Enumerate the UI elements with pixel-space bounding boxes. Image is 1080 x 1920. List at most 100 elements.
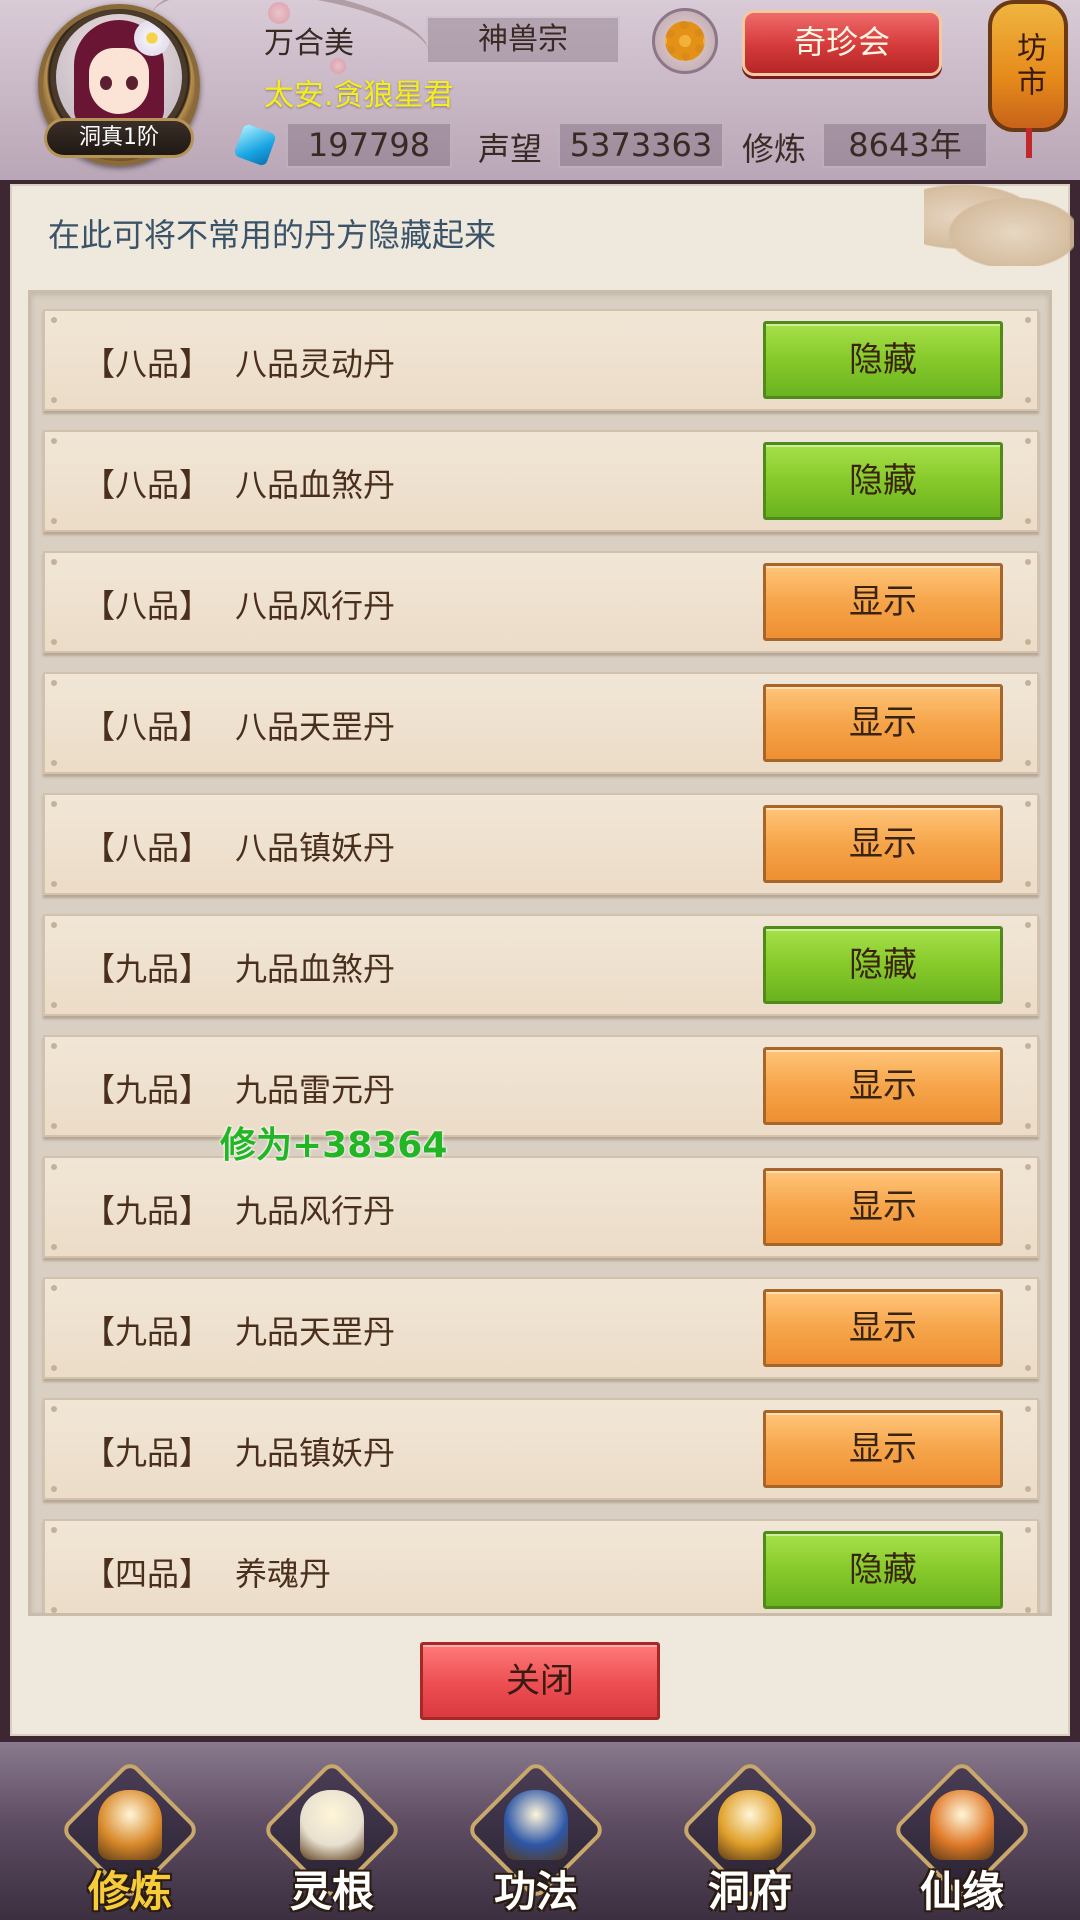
settings-button[interactable] [652, 8, 718, 74]
recipe-name: 八品灵动丹 [235, 345, 396, 383]
recipe-name: 九品风行丹 [235, 1192, 396, 1230]
corner-stud-icon [51, 1406, 57, 1412]
recipe-row: 【八品】 八品天罡丹 显示 [43, 672, 1039, 774]
spirit-stone-count: 197798 [286, 122, 452, 168]
corner-stud-icon [51, 518, 57, 524]
recipe-grade: 【四品】 [83, 1555, 212, 1593]
dialog-hint: 在此可将不常用的丹方隐藏起来 [48, 216, 497, 254]
corner-stud-icon [1025, 1527, 1031, 1533]
recipe-list[interactable]: 【八品】 八品灵动丹 隐藏 【八品】 八品血煞丹 隐藏 【八品】 八品风行丹 显示 【八品】 八品天… [28, 290, 1052, 1616]
show-recipe-button[interactable]: 显示 [763, 1289, 1003, 1367]
corner-stud-icon [1025, 1486, 1031, 1492]
show-recipe-button[interactable]: 显示 [763, 1047, 1003, 1125]
corner-stud-icon [1025, 1002, 1031, 1008]
recipe-name: 九品雷元丹 [235, 1071, 396, 1109]
corner-stud-icon [51, 1164, 57, 1170]
recipe-row: 【九品】 九品风行丹 显示 [43, 1156, 1039, 1258]
scripture-book-icon [504, 1790, 568, 1860]
recipe-grade: 【八品】 [83, 466, 212, 504]
spirit-stone-icon [233, 123, 277, 167]
cultivation-gain-popup: 修为+38364 [220, 1125, 448, 1166]
recipe-grade: 【九品】 [83, 1071, 212, 1109]
gourd-icon [930, 1790, 994, 1860]
recipe-grade: 【八品】 [83, 345, 212, 383]
corner-stud-icon [1025, 881, 1031, 887]
hide-recipe-button[interactable]: 隐藏 [763, 321, 1003, 399]
hide-recipe-button[interactable]: 隐藏 [763, 1531, 1003, 1609]
treasure-auction-button[interactable]: 奇珍会 [742, 10, 942, 76]
show-recipe-button[interactable]: 显示 [763, 684, 1003, 762]
corner-stud-icon [51, 317, 57, 323]
nav-item-4[interactable]: 洞府 [679, 1759, 821, 1916]
player-name: 万合美 [264, 26, 354, 61]
recipe-row: 【八品】 八品镇妖丹 显示 [43, 793, 1039, 895]
nav-item-5[interactable]: 仙缘 [891, 1759, 1033, 1916]
corner-stud-icon [1025, 1244, 1031, 1250]
cultivator-icon [98, 1790, 162, 1860]
market-lantern-button[interactable]: 坊市 [988, 0, 1068, 158]
market-label: 坊市 [1011, 32, 1046, 100]
show-recipe-button[interactable]: 显示 [763, 805, 1003, 883]
recipe-grade: 【八品】 [83, 587, 212, 625]
recipe-grade: 【八品】 [83, 708, 212, 746]
recipe-row: 【八品】 八品灵动丹 隐藏 [43, 309, 1039, 411]
hide-recipe-button[interactable]: 隐藏 [763, 926, 1003, 1004]
hair-flower-icon [134, 20, 170, 56]
recipe-name: 养魂丹 [235, 1555, 332, 1593]
corner-stud-icon [51, 881, 57, 887]
recipe-row: 【八品】 八品风行丹 显示 [43, 551, 1039, 653]
corner-stud-icon [1025, 1123, 1031, 1129]
corner-stud-icon [1025, 317, 1031, 323]
recipe-name: 九品天罡丹 [235, 1313, 396, 1351]
recipe-row: 【八品】 八品血煞丹 隐藏 [43, 430, 1039, 532]
corner-stud-icon [51, 801, 57, 807]
corner-stud-icon [51, 1527, 57, 1533]
corner-stud-icon [51, 1607, 57, 1613]
recipe-name: 八品风行丹 [235, 587, 396, 625]
corner-stud-icon [1025, 559, 1031, 565]
nav-item-2[interactable]: 灵根 [261, 1759, 403, 1916]
nav-label: 功法 [493, 1867, 578, 1916]
cloud-decoration [924, 184, 1074, 266]
recipe-name: 八品血煞丹 [235, 466, 396, 504]
corner-stud-icon [51, 438, 57, 444]
pavilion-icon [718, 1790, 782, 1860]
corner-stud-icon [1025, 1607, 1031, 1613]
corner-stud-icon [51, 922, 57, 928]
recipe-grade: 【九品】 [83, 1192, 212, 1230]
lantern-tassel-icon [1026, 128, 1032, 158]
corner-stud-icon [51, 1002, 57, 1008]
hide-recipe-button[interactable]: 隐藏 [763, 442, 1003, 520]
reputation-value: 5373363 [558, 122, 724, 168]
recipe-name: 八品镇妖丹 [235, 829, 396, 867]
show-recipe-button[interactable]: 显示 [763, 563, 1003, 641]
recipe-grade: 【九品】 [83, 1313, 212, 1351]
corner-stud-icon [1025, 1365, 1031, 1371]
yin-yang-sword-icon [300, 1790, 364, 1860]
recipe-row: 【九品】 九品天罡丹 显示 [43, 1277, 1039, 1379]
corner-stud-icon [51, 397, 57, 403]
recipe-grade: 【九品】 [83, 1434, 212, 1472]
nav-item-3[interactable]: 功法 [465, 1759, 607, 1916]
nav-label: 洞府 [707, 1867, 792, 1916]
corner-stud-icon [51, 559, 57, 565]
corner-stud-icon [51, 1486, 57, 1492]
recipe-name: 八品天罡丹 [235, 708, 396, 746]
show-recipe-button[interactable]: 显示 [763, 1168, 1003, 1246]
bottom-nav: 修炼 灵根 功法 洞府 仙缘 [0, 1742, 1080, 1920]
recipe-name: 九品血煞丹 [235, 950, 396, 988]
corner-stud-icon [51, 1123, 57, 1129]
corner-stud-icon [1025, 1164, 1031, 1170]
show-recipe-button[interactable]: 显示 [763, 1410, 1003, 1488]
nav-item-1[interactable]: 修炼 [59, 1759, 201, 1916]
recipe-name: 九品镇妖丹 [235, 1434, 396, 1472]
cultivation-label: 修炼 [742, 130, 807, 168]
sect-name: 神兽宗 [426, 16, 620, 64]
nav-label: 修炼 [87, 1867, 172, 1916]
close-button[interactable]: 关闭 [420, 1642, 660, 1720]
corner-stud-icon [1025, 760, 1031, 766]
corner-stud-icon [1025, 397, 1031, 403]
recipe-grade: 【九品】 [83, 950, 212, 988]
corner-stud-icon [1025, 438, 1031, 444]
recipe-row: 【九品】 九品雷元丹 显示 [43, 1035, 1039, 1137]
